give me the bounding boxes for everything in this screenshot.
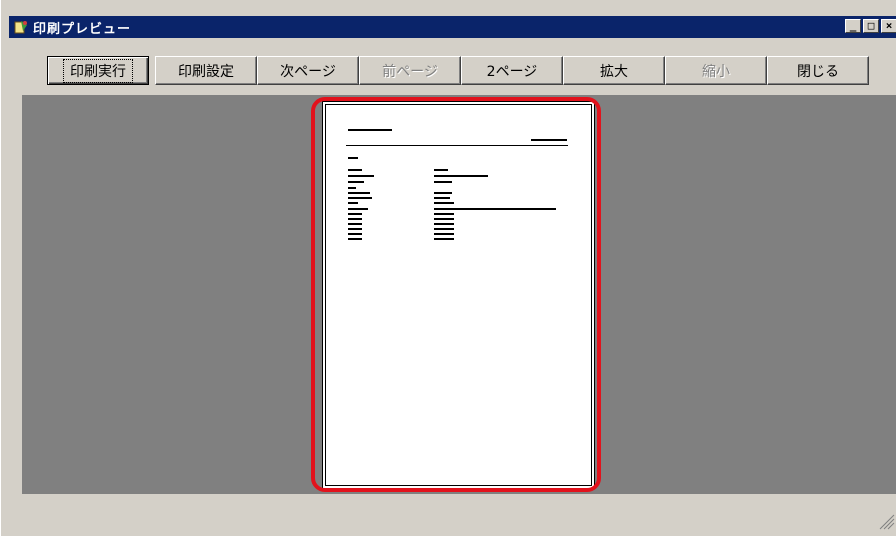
print-settings-button[interactable]: 印刷設定 <box>155 56 257 85</box>
print-execute-label: 印刷実行 <box>63 58 133 83</box>
next-page-label: 次ページ <box>280 63 336 80</box>
close-preview-button[interactable]: 閉じる <box>767 56 869 85</box>
print-settings-label: 印刷設定 <box>178 63 234 80</box>
toolbar: 印刷実行 印刷設定 次ページ 前ページ 2ページ 拡大 縮小 閉じる <box>9 48 896 88</box>
app-icon <box>13 19 29 35</box>
status-bar <box>9 494 896 536</box>
print-execute-button[interactable]: 印刷実行 <box>47 56 149 85</box>
zoom-out-button[interactable]: 縮小 <box>665 56 767 85</box>
maximize-button[interactable]: □ <box>863 19 879 33</box>
two-page-button[interactable]: 2ページ <box>461 56 563 85</box>
two-page-label: 2ページ <box>486 63 538 80</box>
close-preview-label: 閉じる <box>797 63 839 80</box>
resize-grip-icon[interactable] <box>877 512 895 530</box>
page-highlight-outline <box>311 97 601 492</box>
window-title: 印刷プレビュー <box>33 21 132 37</box>
zoom-in-button[interactable]: 拡大 <box>563 56 665 85</box>
zoom-in-label: 拡大 <box>600 63 628 80</box>
title-bar[interactable]: 印刷プレビュー _ □ × <box>9 16 896 38</box>
next-page-button[interactable]: 次ページ <box>257 56 359 85</box>
previous-page-button[interactable]: 前ページ <box>359 56 461 85</box>
previous-page-label: 前ページ <box>382 63 438 80</box>
zoom-out-label: 縮小 <box>702 63 730 80</box>
print-preview-window: 印刷プレビュー _ □ × 印刷実行 印刷設定 次ページ 前ページ 2ページ 拡… <box>0 0 896 536</box>
minimize-button[interactable]: _ <box>845 19 861 33</box>
close-button[interactable]: × <box>881 19 896 33</box>
